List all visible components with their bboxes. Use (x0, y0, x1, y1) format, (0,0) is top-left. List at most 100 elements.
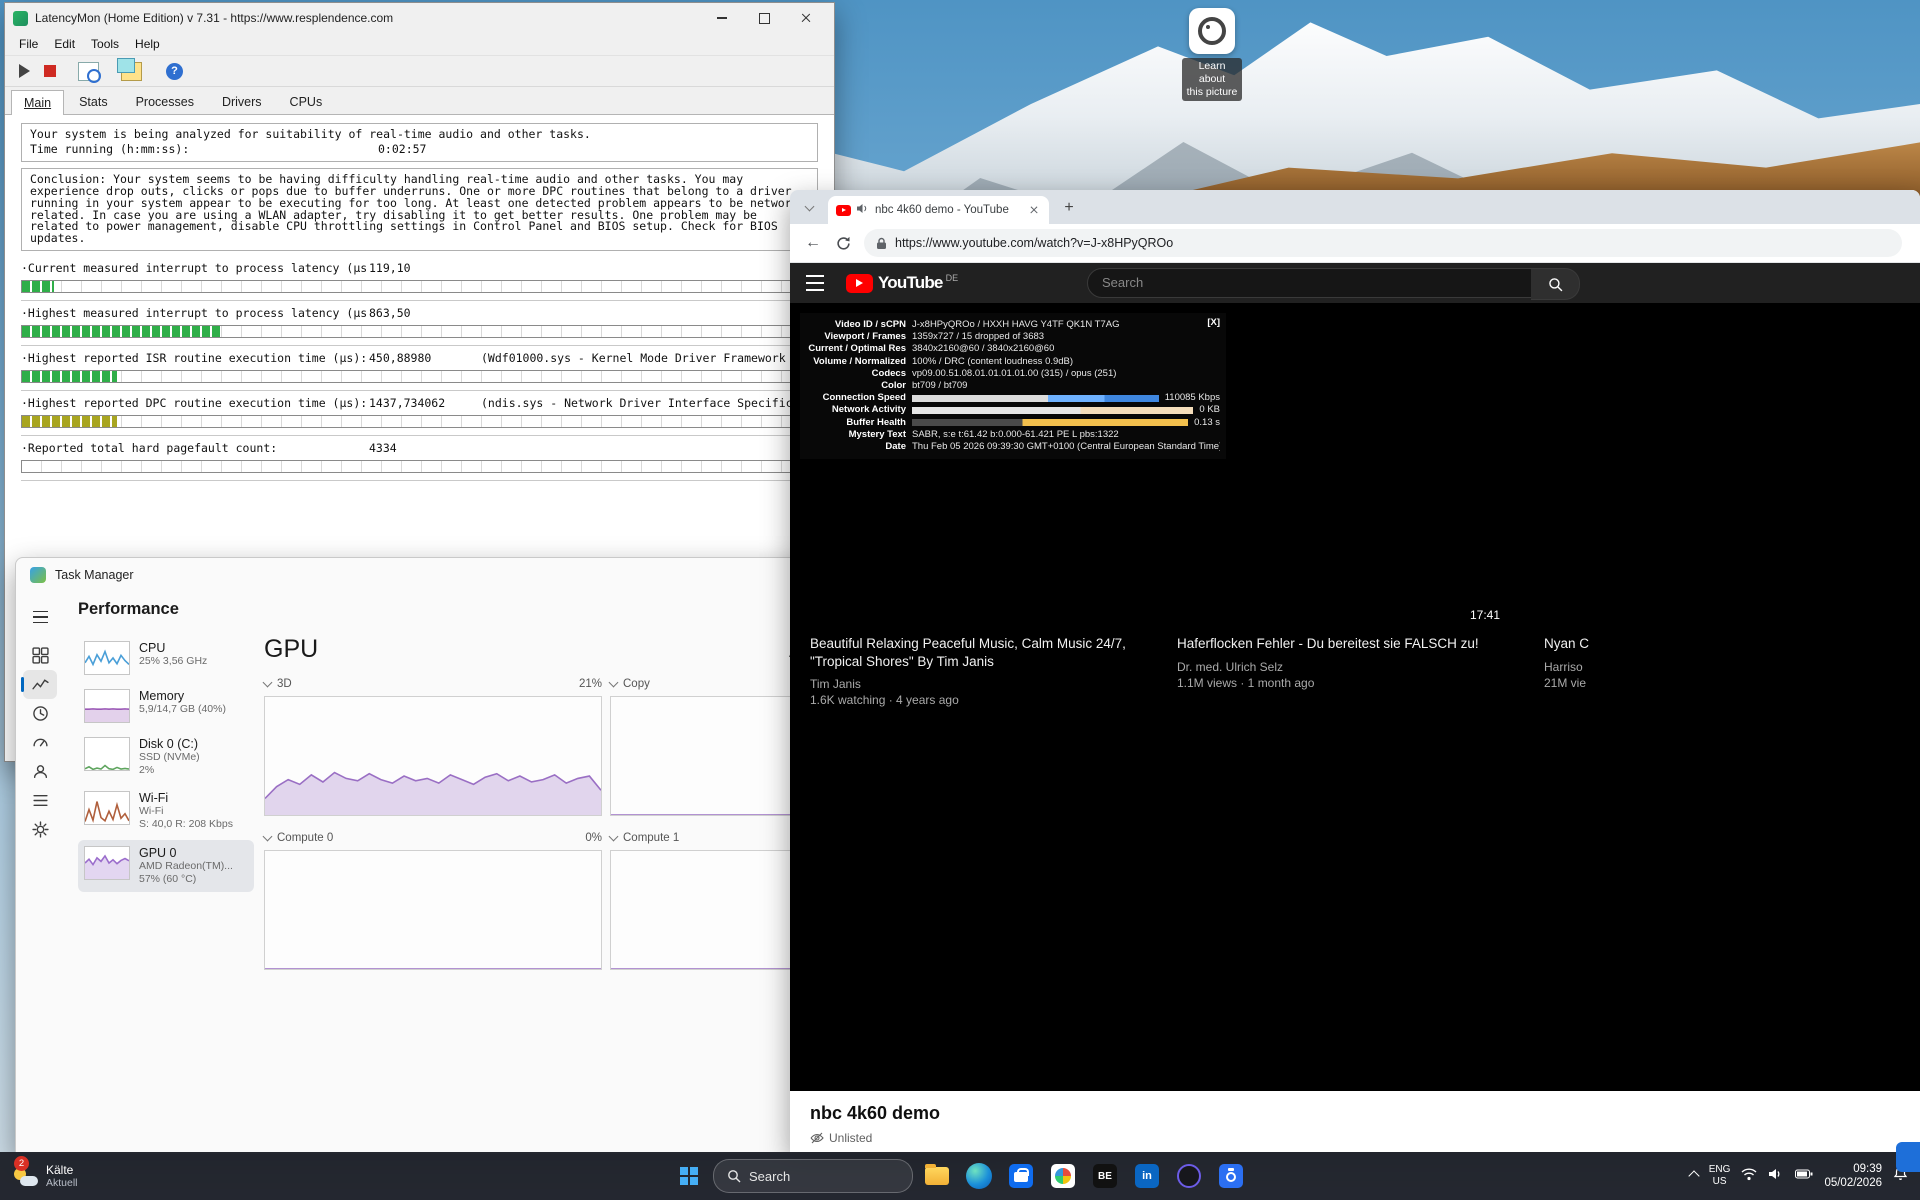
taskbar-search[interactable]: Search (713, 1159, 913, 1193)
url-text: https://www.youtube.com/watch?v=J-x8HPyQ… (895, 236, 1173, 250)
microsoft-store-icon[interactable] (1003, 1158, 1039, 1194)
edge-icon[interactable] (961, 1158, 997, 1194)
language-code: ENG (1709, 1164, 1731, 1176)
tab-search-chevron-icon[interactable] (798, 194, 820, 222)
analysis-status-box: Your system is being analyzed for suitab… (21, 123, 818, 162)
suggested-video-meta: 1.6K watching · 4 years ago (810, 693, 1155, 707)
photos-icon[interactable] (1045, 1158, 1081, 1194)
sidebar-item-services[interactable] (23, 815, 57, 844)
help-icon[interactable] (166, 63, 183, 80)
graph-plot (264, 696, 602, 816)
perf-item-wi-fi[interactable]: Wi-FiWi-FiS: 40,0 R: 208 Kbps (78, 785, 254, 837)
youtube-logo[interactable]: YouTube DE (846, 273, 958, 293)
perf-item-cpu[interactable]: CPU25% 3,56 GHz (78, 635, 254, 681)
menu-help[interactable]: Help (127, 35, 168, 53)
suggested-video-meta: 1.1M views · 1 month ago (1177, 676, 1522, 690)
start-monitor-button[interactable] (19, 64, 30, 78)
report-icon[interactable] (78, 62, 99, 81)
tab-drivers[interactable]: Drivers (209, 89, 275, 114)
sidebar-item-performance[interactable] (23, 670, 57, 699)
wifi-icon[interactable] (1741, 1167, 1757, 1186)
suggested-video[interactable]: Nyan CHarriso21M vie (1544, 635, 1889, 707)
metric-value: 1437,734062 (369, 398, 481, 410)
video-player[interactable]: [X] Video ID / sCPNJ-x8HPyQROo / HXXH HA… (790, 303, 1920, 1091)
address-bar[interactable]: https://www.youtube.com/watch?v=J-x8HPyQ… (864, 229, 1902, 257)
latencymon-title: LatencyMon (Home Edition) v 7.31 - https… (35, 11, 695, 25)
spotlight-camera-icon (1189, 8, 1235, 54)
youtube-page: YouTube DE Search [X] Video ID / sCPNJ-x… (790, 263, 1920, 1152)
volume-icon[interactable] (1768, 1167, 1784, 1186)
menu-edit[interactable]: Edit (46, 35, 83, 53)
metric-bar-fill (22, 371, 117, 382)
minimize-button[interactable] (702, 5, 742, 31)
stats-value: bt709 / bt709 (912, 380, 967, 392)
menu-tools[interactable]: Tools (83, 35, 127, 53)
tab-processes[interactable]: Processes (123, 89, 207, 114)
latency-metric: ·Highest reported DPC routine execution … (21, 398, 818, 437)
latencymon-main-panel: Your system is being analyzed for suitab… (5, 115, 834, 482)
taskbar-search-label: Search (749, 1169, 790, 1184)
metric-separator (21, 390, 818, 392)
stats-sparkline (912, 407, 1193, 414)
tab-stats[interactable]: Stats (66, 89, 121, 114)
menu-icon[interactable] (25, 604, 55, 630)
tab-cpus[interactable]: CPUs (277, 89, 336, 114)
clock[interactable]: 09:39 05/02/2026 (1824, 1162, 1882, 1191)
weather-widget[interactable]: 2 Kälte Aktuell (0, 1152, 90, 1200)
refresh-icon[interactable] (830, 230, 856, 256)
learn-about-picture-widget[interactable]: Learn about this picture (1182, 8, 1242, 101)
notification-count-badge: 2 (14, 1156, 29, 1171)
perf-item-disk-0-c[interactable]: Disk 0 (C:)SSD (NVMe)2% (78, 731, 254, 783)
cascade-windows-icon[interactable] (121, 62, 142, 81)
perf-item-memory[interactable]: Memory5,9/14,7 GB (40%) (78, 683, 254, 729)
metric-separator (21, 345, 818, 347)
suggested-video[interactable]: Haferflocken Fehler - Du bereitest sie F… (1177, 635, 1522, 707)
system-tray: ENG US 09:39 05/02/2026 (1678, 1152, 1920, 1200)
sidebar-item-users[interactable] (23, 757, 57, 786)
metric-detail: (Wdf01000.sys - Kernel Mode Driver Frame… (481, 353, 818, 365)
stats-value: vp09.00.51.08.01.01.01.01.00 (315) / opu… (912, 368, 1116, 380)
close-button[interactable] (786, 5, 826, 31)
hidden-icons-chevron[interactable] (1690, 1167, 1698, 1185)
browser-tab[interactable]: nbc 4k60 demo - YouTube (828, 196, 1049, 224)
suggested-video-title: Haferflocken Fehler - Du bereitest sie F… (1177, 635, 1522, 653)
edge-floating-button[interactable] (1896, 1142, 1920, 1172)
file-explorer-icon[interactable] (919, 1158, 955, 1194)
perf-item-gpu-0[interactable]: GPU 0AMD Radeon(TM)...57% (60 °C) (78, 840, 254, 892)
linkedin-icon[interactable]: in (1129, 1158, 1165, 1194)
tab-main[interactable]: Main (11, 90, 64, 115)
stats-close-button[interactable]: [X] (1207, 317, 1220, 329)
search-button[interactable] (1531, 268, 1580, 300)
stop-monitor-button[interactable] (44, 65, 56, 77)
pinned-apps: BEin (919, 1158, 1249, 1194)
perf-item-stat: 2% (139, 764, 200, 777)
suggested-videos-row: Beautiful Relaxing Peaceful Music, Calm … (810, 635, 1889, 707)
metric-value: 119,10 (369, 263, 481, 275)
suggested-video[interactable]: Beautiful Relaxing Peaceful Music, Calm … (810, 635, 1155, 707)
tab-audio-icon[interactable] (857, 201, 869, 219)
stats-label: Buffer Health (806, 417, 906, 429)
suggested-video-meta: 21M vie (1544, 676, 1889, 690)
battery-icon[interactable] (1795, 1167, 1813, 1185)
sidebar-item-details[interactable] (23, 786, 57, 815)
gpu-heading: GPU (264, 635, 318, 663)
beeper-icon[interactable]: BE (1087, 1158, 1123, 1194)
latency-metrics-list: ·Current measured interrupt to process l… (21, 263, 818, 482)
chevron-down-icon (609, 678, 619, 688)
latencymon-titlebar[interactable]: LatencyMon (Home Edition) v 7.31 - https… (5, 3, 834, 33)
visibility-label: Unlisted (829, 1131, 872, 1145)
new-tab-button[interactable] (1057, 196, 1081, 220)
sidebar-item-processes[interactable] (23, 641, 57, 670)
start-button[interactable] (671, 1158, 707, 1194)
language-indicator[interactable]: ENG US (1709, 1164, 1731, 1188)
menu-icon[interactable] (806, 275, 828, 291)
sidebar-item-startup-apps[interactable] (23, 728, 57, 757)
menu-file[interactable]: File (11, 35, 46, 53)
search-input[interactable]: Search (1087, 268, 1533, 298)
maximize-button[interactable] (744, 5, 784, 31)
camera-icon[interactable] (1213, 1158, 1249, 1194)
back-icon[interactable]: ← (800, 230, 826, 256)
sidebar-item-app-history[interactable] (23, 699, 57, 728)
tab-close-icon[interactable] (1027, 203, 1041, 217)
obsidian-icon[interactable] (1171, 1158, 1207, 1194)
